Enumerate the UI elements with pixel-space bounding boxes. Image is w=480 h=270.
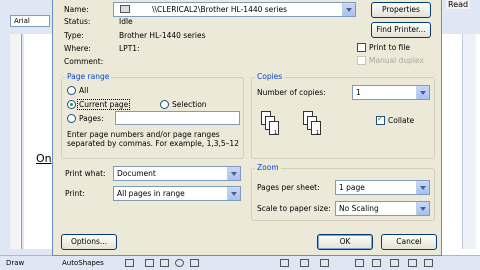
printer-icon bbox=[120, 5, 130, 13]
printer-name-value: \\CLERICAL2\Brother HL-1440 series bbox=[152, 5, 287, 14]
page-range-help: Enter page numbers and/or page ranges se… bbox=[67, 130, 239, 148]
dash-style-icon[interactable] bbox=[372, 259, 381, 267]
print-select[interactable]: All pages in range bbox=[113, 186, 241, 201]
read-button[interactable]: Read bbox=[446, 0, 471, 9]
current-page-label[interactable]: Current page bbox=[77, 99, 131, 110]
status-value: Idle bbox=[119, 17, 133, 26]
print-what-select[interactable]: Document bbox=[113, 166, 241, 181]
find-printer-button[interactable]: Find Printer... bbox=[371, 22, 431, 38]
ok-button[interactable]: OK bbox=[317, 234, 373, 250]
print-what-value: Document bbox=[117, 169, 156, 178]
arrow-icon[interactable] bbox=[145, 259, 154, 267]
print-label: Print: bbox=[65, 189, 85, 198]
font-name-box[interactable]: Arial bbox=[10, 15, 50, 27]
scale-to-paper-label: Scale to paper size: bbox=[257, 204, 331, 213]
collate-checkbox[interactable] bbox=[376, 114, 385, 125]
chevron-down-icon[interactable] bbox=[227, 187, 240, 200]
pages-per-sheet-label: Pages per sheet: bbox=[257, 183, 320, 192]
number-of-copies-value: 1 bbox=[356, 88, 361, 97]
type-label: Type: bbox=[64, 31, 84, 40]
manual-duplex-checkbox bbox=[357, 56, 366, 65]
pages-per-sheet-value: 1 page bbox=[339, 183, 365, 192]
where-value: LPT1: bbox=[119, 44, 140, 53]
vertical-scrollbar[interactable] bbox=[462, 34, 476, 249]
type-value: Brother HL-1440 series bbox=[119, 31, 206, 40]
collate-label[interactable]: Collate bbox=[388, 116, 414, 125]
print-to-file-label[interactable]: Print to file bbox=[369, 43, 410, 52]
collate-page-icon: 1 bbox=[311, 121, 321, 136]
collate-page-icon: 1 bbox=[269, 121, 279, 136]
textbox-icon[interactable] bbox=[190, 259, 199, 267]
print-dialog: Name: \\CLERICAL2\Brother HL-1440 series… bbox=[52, 0, 442, 256]
font-color-icon[interactable] bbox=[320, 259, 329, 267]
manual-duplex-label: Manual duplex bbox=[369, 56, 424, 65]
number-of-copies-spinner[interactable]: 1 bbox=[352, 85, 430, 100]
document-text: On bbox=[36, 152, 52, 165]
properties-button[interactable]: Properties bbox=[371, 2, 431, 18]
shadow-icon[interactable] bbox=[408, 259, 417, 267]
copies-title: Copies bbox=[255, 72, 285, 81]
print-what-label: Print what: bbox=[65, 169, 106, 178]
fill-color-icon[interactable] bbox=[280, 259, 289, 267]
arrow-style-icon[interactable] bbox=[390, 259, 399, 267]
print-value: All pages in range bbox=[117, 189, 185, 198]
spinner-arrows-icon[interactable] bbox=[416, 86, 429, 99]
options-button[interactable]: Options... bbox=[61, 234, 117, 250]
draw-menu[interactable]: Draw bbox=[6, 259, 24, 267]
printer-name-select[interactable]: \\CLERICAL2\Brother HL-1440 series bbox=[113, 2, 356, 17]
where-label: Where: bbox=[64, 44, 91, 53]
status-label: Status: bbox=[64, 17, 91, 26]
selection-radio[interactable] bbox=[160, 100, 169, 109]
name-label: Name: bbox=[64, 5, 89, 14]
pages-radio[interactable] bbox=[67, 114, 76, 123]
page-range-title: Page range bbox=[65, 72, 112, 81]
3d-icon[interactable] bbox=[424, 259, 433, 267]
scale-to-paper-select[interactable]: No Scaling bbox=[335, 201, 430, 216]
selection-label[interactable]: Selection bbox=[172, 100, 207, 109]
oval-icon[interactable] bbox=[175, 259, 184, 267]
pages-label[interactable]: Pages: bbox=[79, 114, 104, 123]
current-page-radio[interactable] bbox=[67, 100, 76, 109]
line-style-icon[interactable] bbox=[355, 259, 364, 267]
pages-input[interactable] bbox=[115, 111, 240, 125]
rectangle-icon[interactable] bbox=[160, 259, 169, 267]
line-color-icon[interactable] bbox=[300, 259, 309, 267]
chevron-down-icon[interactable] bbox=[416, 181, 429, 194]
zoom-title: Zoom bbox=[255, 163, 281, 172]
line-icon[interactable] bbox=[125, 259, 134, 267]
vertical-ruler bbox=[10, 34, 22, 249]
print-to-file-checkbox[interactable] bbox=[357, 43, 366, 52]
chevron-down-icon[interactable] bbox=[342, 3, 355, 16]
all-radio[interactable] bbox=[67, 86, 76, 95]
chevron-down-icon[interactable] bbox=[416, 202, 429, 215]
chevron-down-icon[interactable] bbox=[227, 167, 240, 180]
scale-to-paper-value: No Scaling bbox=[339, 204, 379, 213]
comment-label: Comment: bbox=[64, 57, 104, 66]
number-of-copies-label: Number of copies: bbox=[257, 88, 326, 97]
cancel-button[interactable]: Cancel bbox=[381, 234, 437, 250]
autoshapes-menu[interactable]: AutoShapes bbox=[62, 259, 104, 267]
all-label[interactable]: All bbox=[79, 86, 88, 95]
pages-per-sheet-select[interactable]: 1 page bbox=[335, 180, 430, 195]
